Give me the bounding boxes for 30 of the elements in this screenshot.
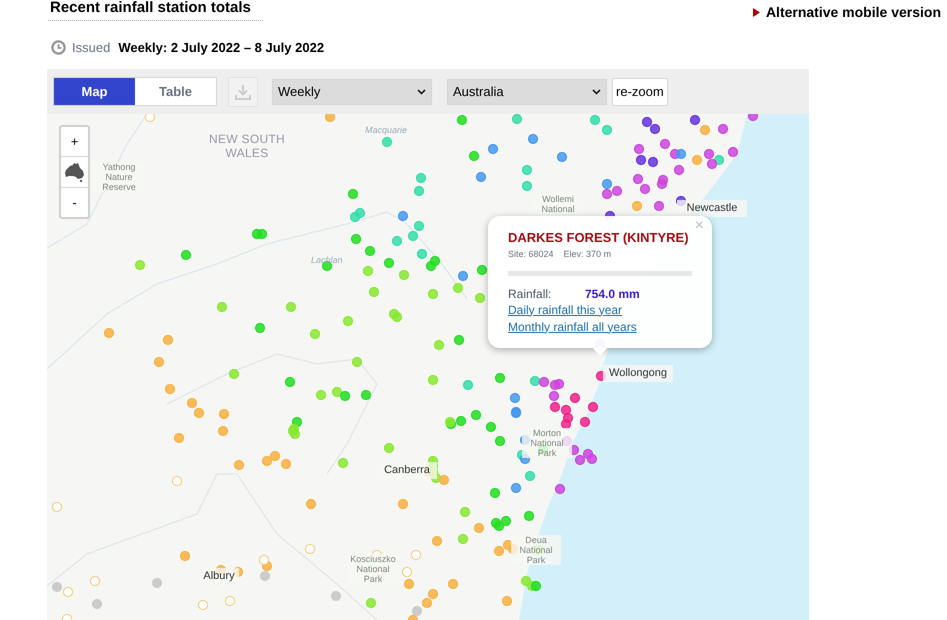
chevron-icon xyxy=(417,88,426,94)
clock-icon xyxy=(51,40,66,56)
rezoom-button[interactable]: re-zoom xyxy=(612,78,668,106)
rainfall-label: Rainfall: xyxy=(508,286,552,302)
triangle-icon xyxy=(752,8,760,16)
river-label: Macquarie xyxy=(365,124,408,137)
state-label: NEW SOUTH WALES xyxy=(208,132,286,160)
chart-link[interactable]: Monthly rainfall all years xyxy=(508,318,637,336)
zoom-in-button[interactable]: + xyxy=(61,127,88,157)
period-select[interactable]: Weekly xyxy=(272,78,432,104)
river-label: Lachlan xyxy=(311,254,344,267)
issued-label: Issued xyxy=(72,39,110,57)
station-name: DARKES FOREST (KINTYRE) xyxy=(508,230,690,246)
issue-period: Weekly: 2 July 2022 – 8 July 2022 xyxy=(118,39,324,57)
park-label: Morton National Park xyxy=(522,428,572,458)
park-label: Deua National Park xyxy=(511,535,561,565)
mobile-version-link[interactable]: Alternative mobile version xyxy=(752,4,941,20)
chevron-icon xyxy=(592,88,601,94)
page-title: Recent rainfall station totals xyxy=(48,0,263,21)
view-tab[interactable]: Map xyxy=(54,78,135,105)
chart-link[interactable]: Daily rainfall this year xyxy=(508,302,622,318)
download-icon xyxy=(234,82,252,100)
australia-map-icon xyxy=(64,162,86,182)
city-label: Wollongong xyxy=(603,365,673,382)
site-number: Site: 68024 xyxy=(508,248,554,261)
elevation: Elev: 370 m xyxy=(564,248,612,261)
rainfall-value: 754.0 mm xyxy=(585,286,640,302)
zoom-out-button[interactable]: - xyxy=(61,188,88,217)
city-label: Newcastle xyxy=(677,200,747,216)
region-select[interactable]: Australia xyxy=(447,78,607,104)
